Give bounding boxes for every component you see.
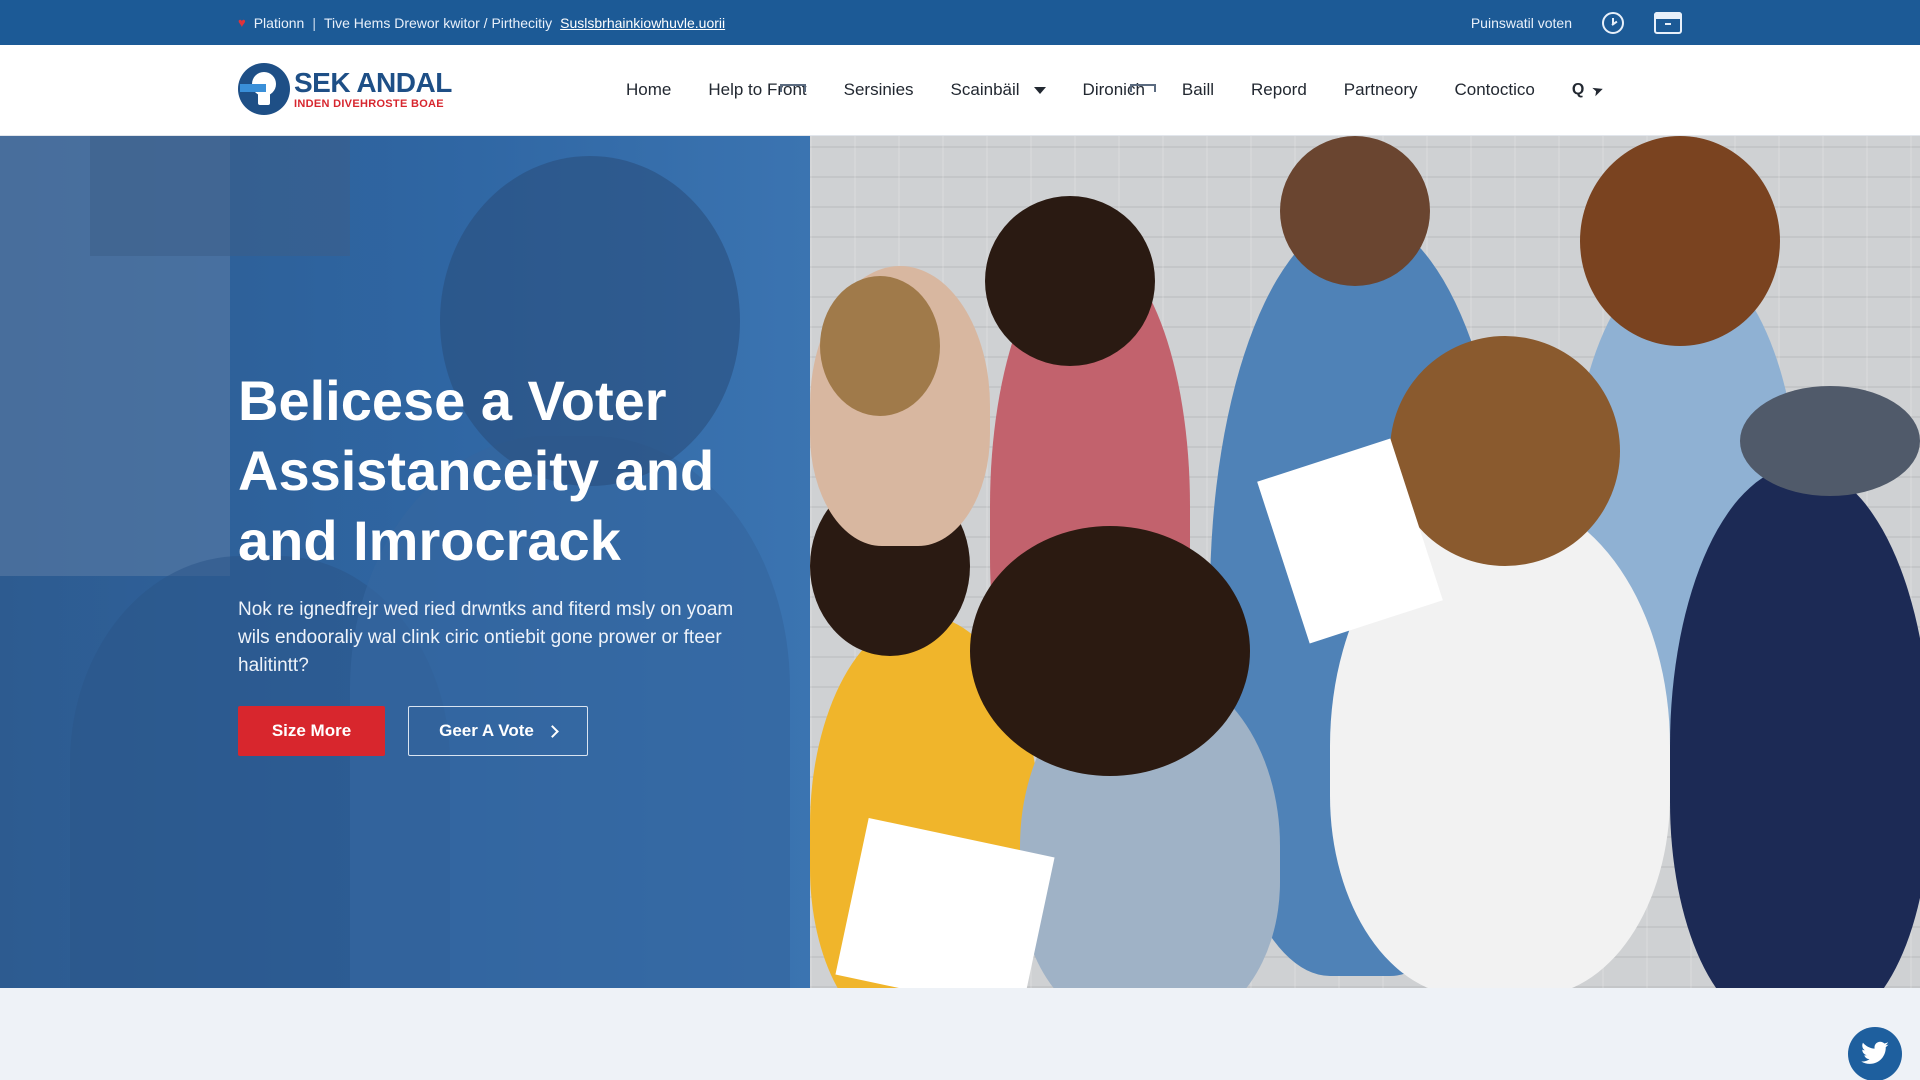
hero-description: Nok re ignedfrejr wed ried drwntks and f… [238,599,734,676]
topbar-separator: | [312,14,316,31]
topbar-left-label: Plationn [253,14,305,31]
site-logo[interactable]: SEK ANDAL INDEN DIVEHROSTE BOAE [238,63,452,115]
photo-hair [1390,336,1620,566]
get-a-vote-label: Geer A Vote [439,721,534,740]
nav-item-repord[interactable]: Repord [1251,80,1307,100]
inbox-icon[interactable] [1654,11,1682,34]
logo-tagline: INDEN DIVEHROSTE BOAE [294,97,444,110]
feature-icon [240,84,266,92]
heart-icon: ♥ [238,15,246,30]
logo-name: SEK ANDAL [294,66,452,98]
main-nav: Home Help to Front Sersinies Scainbäil D… [626,45,1607,135]
hero-section: Belicese a Voter Assistanceity and and I… [0,136,1920,988]
nav-item-sersinies[interactable]: Sersinies [844,80,914,100]
get-a-vote-button[interactable]: Geer A Vote [408,706,588,756]
chevron-right-icon [546,724,559,738]
clock-icon[interactable] [1602,11,1624,34]
nav-item-contoctico[interactable]: Contoctico [1455,80,1535,100]
feature-icon [780,84,806,92]
feature-item [240,84,266,92]
photo-hair [985,196,1155,366]
site-header: SEK ANDAL INDEN DIVEHROSTE BOAE Home Hel… [0,45,1920,136]
feature-item [1130,84,1156,92]
chevron-down-icon [1033,86,1046,94]
cursor-icon: ➤ [1589,80,1607,100]
nav-item-baill[interactable]: Baill [1182,80,1214,100]
size-more-button[interactable]: Size More [238,706,385,756]
feature-item [780,84,806,92]
nav-item-partneory[interactable]: Partneory [1344,80,1418,100]
features-strip [0,988,1920,1080]
photo-hair [1280,136,1430,286]
photo-hair [970,526,1250,776]
photo-hair [1580,136,1780,346]
background-window [90,136,350,256]
feature-icon [1130,84,1156,92]
nav-item-scainbail-label: Scainbäil [950,80,1020,99]
search-icon: Q [1571,81,1585,98]
topbar-right-label[interactable]: Puinswatil voten [1471,15,1572,31]
twitter-icon[interactable] [1848,1027,1902,1080]
hero-title: Belicese a Voter Assistanceity and and I… [238,369,715,572]
topbar-left: ♥ Plationn | Tive Hems Drewor kwitor / P… [238,0,725,45]
hero-photo [810,136,1920,988]
twitter-bird-icon [1861,1041,1889,1064]
nav-item-home[interactable]: Home [626,80,671,100]
photo-hair [1740,386,1920,496]
topbar-link[interactable]: Suslsbrhainkiowhuvle.uorii [560,15,725,31]
logo-text: SEK ANDAL INDEN DIVEHROSTE BOAE [294,66,452,110]
search-button[interactable]: Q ➤ [1571,80,1607,100]
topbar-right: Puinswatil voten [1471,0,1682,45]
topbar-middle-text: Tive Hems Drewor kwitor / Pirthecitiy [323,14,553,31]
photo-hair [820,276,940,416]
nav-item-scainbail[interactable]: Scainbäil [951,80,1046,100]
size-more-label: Size More [271,721,352,740]
top-utility-bar: ♥ Plationn | Tive Hems Drewor kwitor / P… [0,0,1920,45]
